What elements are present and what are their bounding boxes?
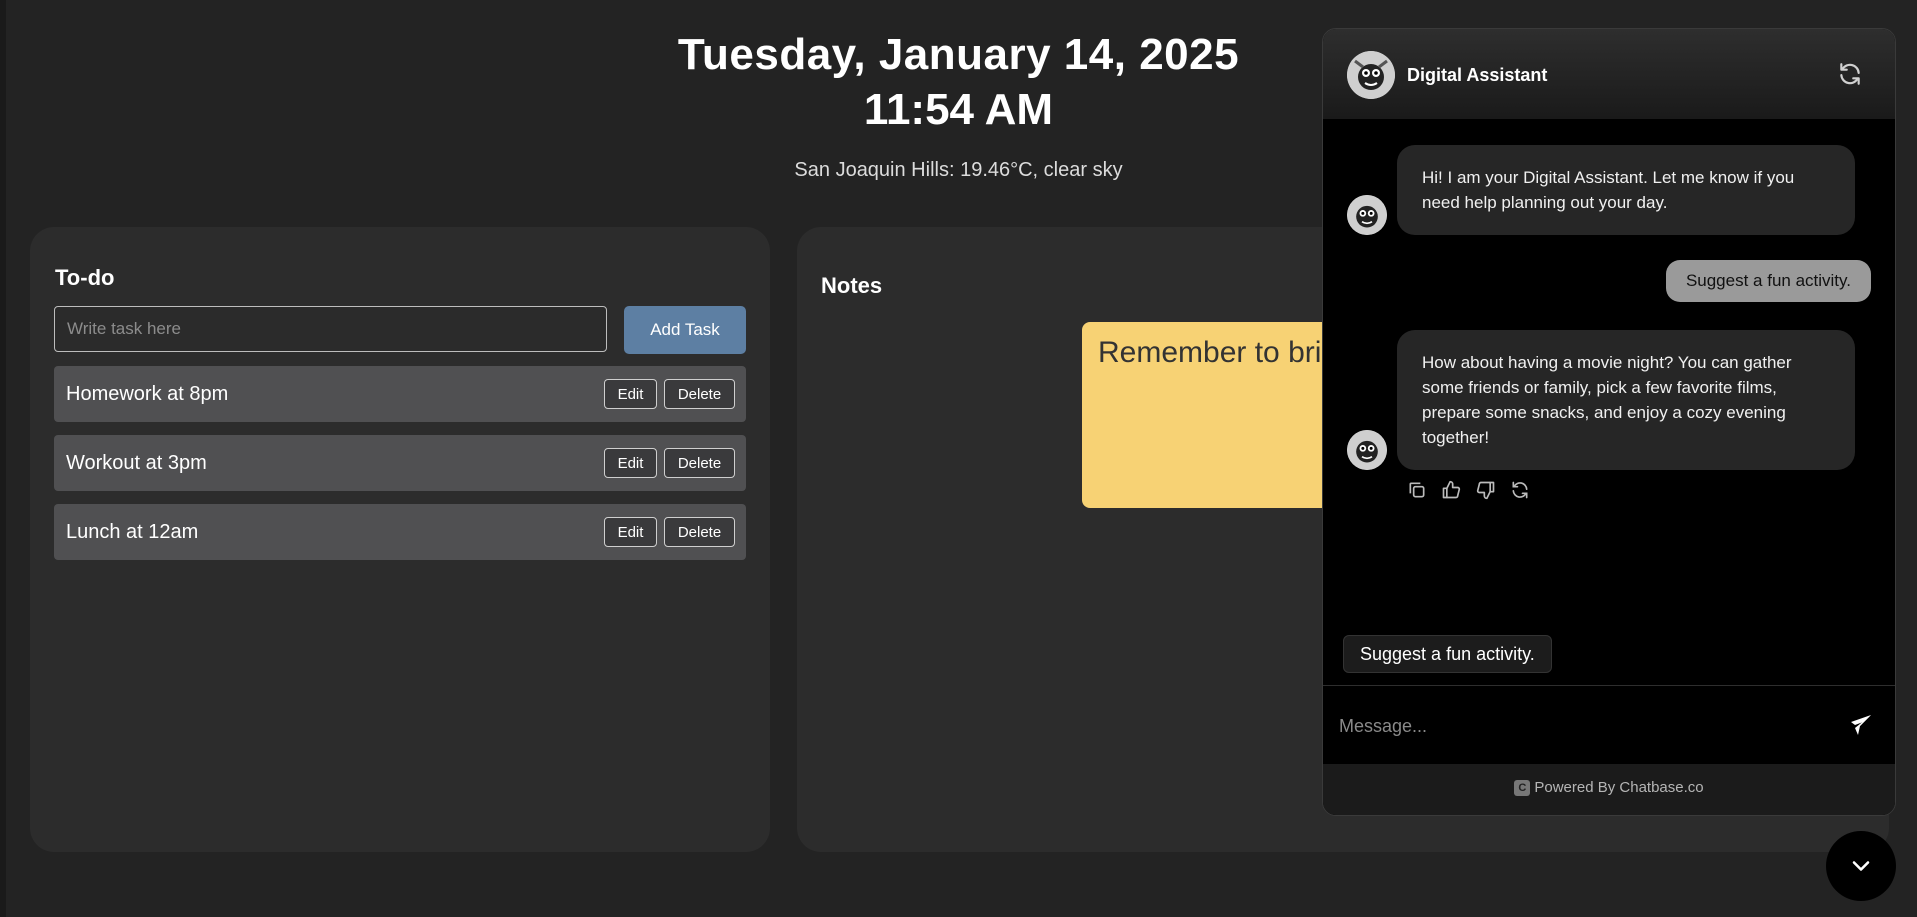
- add-task-button[interactable]: Add Task: [624, 306, 746, 354]
- message-input[interactable]: [1337, 697, 1821, 755]
- suggested-prompt-button[interactable]: Suggest a fun activity.: [1343, 635, 1552, 673]
- thumbs-up-icon[interactable]: [1441, 480, 1461, 500]
- chat-footer: C Powered By Chatbase.co: [1323, 764, 1895, 815]
- thumbs-down-icon[interactable]: [1476, 480, 1496, 500]
- chevron-down-icon: [1852, 861, 1870, 871]
- powered-by-text: Powered By Chatbase.co: [1534, 779, 1704, 796]
- delete-task-button[interactable]: Delete: [664, 448, 735, 478]
- sticky-note-text: Remember to bri: [1098, 336, 1322, 369]
- assistant-avatar: [1347, 430, 1387, 470]
- chat-header: Digital Assistant: [1323, 29, 1895, 119]
- sticky-note[interactable]: Remember to bri: [1082, 322, 1322, 508]
- task-item: Homework at 8pm Edit Delete: [54, 366, 746, 422]
- task-item: Lunch at 12am Edit Delete: [54, 504, 746, 560]
- bot-message: Hi! I am your Digital Assistant. Let me …: [1397, 145, 1855, 235]
- task-input[interactable]: [54, 306, 607, 352]
- message-actions: [1407, 480, 1540, 500]
- assistant-avatar: [1347, 51, 1395, 99]
- task-label: Workout at 3pm: [66, 452, 207, 474]
- window-edge: [0, 0, 6, 917]
- assistant-avatar: [1347, 195, 1387, 235]
- chat-toggle-button[interactable]: [1826, 831, 1896, 901]
- task-label: Homework at 8pm: [66, 383, 229, 405]
- chat-title: Digital Assistant: [1407, 65, 1548, 85]
- notes-title: Notes: [821, 273, 883, 298]
- bot-message: How about having a movie night? You can …: [1397, 330, 1855, 470]
- user-message: Suggest a fun activity.: [1665, 260, 1871, 302]
- delete-task-button[interactable]: Delete: [664, 379, 735, 409]
- chat-divider: [1323, 685, 1895, 686]
- todo-panel: To-do Add Task Homework at 8pm Edit Dele…: [30, 227, 770, 852]
- regenerate-icon[interactable]: [1510, 480, 1530, 500]
- copy-icon[interactable]: [1407, 480, 1427, 500]
- edit-task-button[interactable]: Edit: [604, 448, 657, 478]
- chatbase-logo: C: [1514, 780, 1531, 797]
- edit-task-button[interactable]: Edit: [604, 379, 657, 409]
- refresh-icon[interactable]: [1837, 61, 1863, 87]
- task-item: Workout at 3pm Edit Delete: [54, 435, 746, 491]
- edit-task-button[interactable]: Edit: [604, 517, 657, 547]
- send-icon[interactable]: [1849, 713, 1873, 737]
- todo-title: To-do: [55, 265, 115, 290]
- delete-task-button[interactable]: Delete: [664, 517, 735, 547]
- chat-widget: Digital Assistant Hi! I am your Digital …: [1322, 28, 1896, 816]
- task-label: Lunch at 12am: [66, 521, 199, 543]
